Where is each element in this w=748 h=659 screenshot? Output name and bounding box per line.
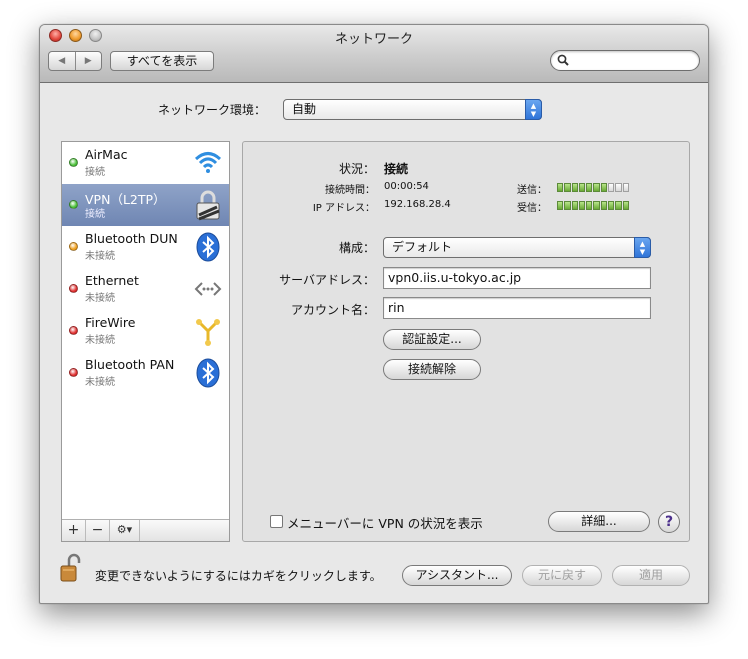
status-label: 状況： <box>338 162 375 176</box>
config-value: デフォルト <box>392 240 453 254</box>
apply-button[interactable]: 適用 <box>612 565 690 586</box>
back-arrow-icon[interactable]: ◀ <box>49 52 76 70</box>
status-dot-icon <box>69 158 78 167</box>
vpn-detail-panel: 状況： 接続 接続時間： 00:00:54 IP アドレス： 192.168.2… <box>242 141 690 542</box>
location-value: 自動 <box>292 102 317 116</box>
status-dot-icon <box>69 284 78 293</box>
vpn-lock-icon <box>193 189 223 221</box>
forward-arrow-icon[interactable]: ▶ <box>76 52 102 70</box>
meter-segment <box>571 183 578 192</box>
lock-message: 変更できないようにするにはカギをクリックします。 <box>95 569 382 583</box>
service-name: AirMac <box>85 147 128 162</box>
revert-button[interactable]: 元に戻す <box>522 565 602 586</box>
meter-segment <box>600 201 608 210</box>
meter-segment <box>615 201 622 210</box>
status-dot-icon <box>69 200 78 209</box>
location-label: ネットワーク環境： <box>158 103 267 117</box>
service-name: Ethernet <box>85 273 139 288</box>
status-dot-icon <box>69 368 78 377</box>
meter-segment <box>608 183 615 192</box>
meter-segment <box>557 201 564 210</box>
add-service-button[interactable]: + <box>62 520 86 541</box>
search-icon <box>557 54 569 66</box>
popup-arrows-icon: ▲ ▼ <box>525 99 542 120</box>
meter-segment <box>600 183 608 192</box>
disconnect-button[interactable]: 接続解除 <box>383 359 481 380</box>
meter-segment <box>608 201 615 210</box>
service-name: Bluetooth PAN <box>85 357 175 372</box>
meter-segment <box>578 183 586 192</box>
service-status: 未接続 <box>85 377 115 388</box>
remove-service-button[interactable]: − <box>86 520 110 541</box>
meter-segment <box>571 201 578 210</box>
title-bar: ネットワーク ◀ ▶ すべてを表示 <box>40 25 708 83</box>
lock-icon[interactable] <box>59 553 83 583</box>
meter-segment <box>564 183 571 192</box>
connect-time-value: 00:00:54 <box>384 181 429 192</box>
service-status: 未接続 <box>85 293 115 304</box>
meter-segment <box>586 183 593 192</box>
service-list: AirMac 接続 VPN（L2TP） 接続 Bluetooth DUN 未接続 Ether… <box>61 141 230 542</box>
network-preferences-window: ネットワーク ◀ ▶ すべてを表示 ネットワーク環境： 自動 ▲ ▼ AirMac… <box>39 24 709 604</box>
popup-arrows-icon: ▲ ▼ <box>634 237 651 258</box>
receive-label: 受信： <box>517 203 547 214</box>
send-meter <box>557 183 629 192</box>
advanced-button[interactable]: 詳細... <box>548 511 650 532</box>
meter-segment <box>586 201 593 210</box>
config-label: 構成： <box>338 241 375 255</box>
service-row[interactable]: Ethernet 未接続 <box>62 268 229 310</box>
ethernet-icon <box>193 273 223 305</box>
meter-segment <box>593 201 600 210</box>
service-row[interactable]: VPN（L2TP） 接続 <box>62 184 229 226</box>
assistant-button[interactable]: アシスタント... <box>402 565 512 586</box>
search-field[interactable] <box>550 50 700 71</box>
account-name-field[interactable]: rin <box>383 297 651 319</box>
status-dot-icon <box>69 242 78 251</box>
menubar-status-checkbox[interactable] <box>270 515 283 528</box>
server-address-field[interactable]: vpn0.iis.u-tokyo.ac.jp <box>383 267 651 289</box>
help-button[interactable]: ? <box>658 511 680 533</box>
send-label: 送信： <box>517 185 547 196</box>
service-name: FireWire <box>85 315 136 330</box>
service-status: 接続 <box>85 167 105 178</box>
meter-segment <box>557 183 564 192</box>
auth-settings-button[interactable]: 認証設定... <box>383 329 481 350</box>
service-status: 接続 <box>85 209 105 220</box>
meter-segment <box>615 183 622 192</box>
ip-address-value: 192.168.28.4 <box>384 199 451 210</box>
menubar-status-label: メニューバーに VPN の状況を表示 <box>287 516 483 531</box>
back-forward-control: ◀ ▶ <box>48 51 102 71</box>
service-row[interactable]: Bluetooth PAN 未接続 <box>62 352 229 394</box>
service-list-toolbar: + − ⚙▾ <box>62 519 229 541</box>
service-name: Bluetooth DUN <box>85 231 178 246</box>
service-row[interactable]: AirMac 接続 <box>62 142 229 184</box>
server-address-label: サーバアドレス： <box>279 273 375 287</box>
service-row[interactable]: Bluetooth DUN 未接続 <box>62 226 229 268</box>
meter-segment <box>564 201 571 210</box>
connect-time-label: 接続時間： <box>325 185 375 196</box>
bluetooth-icon <box>193 231 223 263</box>
gear-menu-button[interactable]: ⚙▾ <box>110 520 140 541</box>
status-dot-icon <box>69 326 78 335</box>
account-name-label: アカウント名： <box>290 303 375 317</box>
location-popup[interactable]: 自動 ▲ ▼ <box>283 99 542 120</box>
meter-segment <box>593 183 600 192</box>
service-status: 未接続 <box>85 251 115 262</box>
meter-segment <box>622 201 629 210</box>
service-status: 未接続 <box>85 335 115 346</box>
wifi-icon <box>193 147 223 179</box>
window-title: ネットワーク <box>334 32 413 47</box>
meter-segment <box>622 183 629 192</box>
ip-address-label: IP アドレス： <box>312 203 375 214</box>
receive-meter <box>557 201 629 210</box>
firewire-icon <box>193 315 223 347</box>
meter-segment <box>578 201 586 210</box>
config-popup[interactable]: デフォルト ▲ ▼ <box>383 237 651 258</box>
bluetooth-icon <box>193 357 223 389</box>
service-row[interactable]: FireWire 未接続 <box>62 310 229 352</box>
show-all-button[interactable]: すべてを表示 <box>110 51 214 71</box>
status-value: 接続 <box>384 162 409 176</box>
